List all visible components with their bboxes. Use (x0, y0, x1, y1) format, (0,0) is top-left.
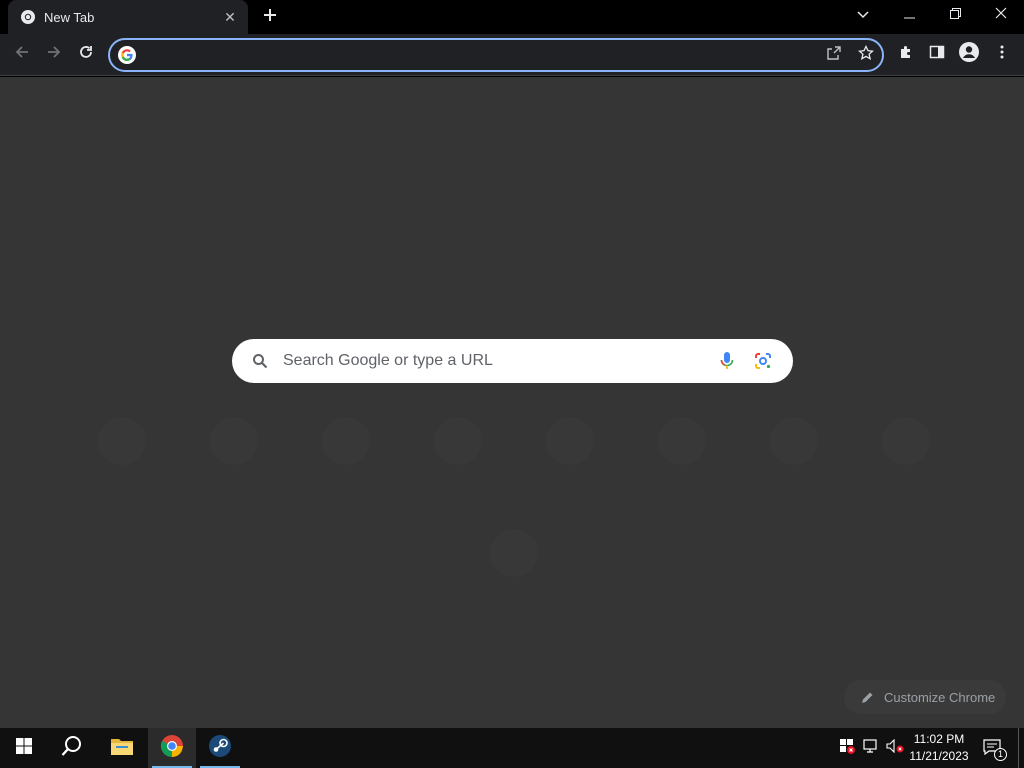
share-icon (826, 45, 842, 66)
share-button[interactable] (822, 44, 846, 66)
windows-start-icon (16, 737, 32, 759)
chrome-icon (160, 734, 184, 763)
bookmark-star-icon (857, 44, 875, 66)
address-input[interactable] (136, 47, 882, 63)
notification-icon: 1 (983, 739, 1007, 761)
file-explorer-icon (110, 736, 134, 761)
minimize-icon (903, 6, 915, 24)
chrome-menu-button[interactable] (988, 40, 1016, 68)
profile-icon (959, 41, 979, 67)
ntp-search-input[interactable] (270, 352, 715, 370)
tab-search-button[interactable] (840, 0, 886, 30)
clock-date: 11/21/2023 (909, 749, 969, 763)
shortcut-tile-placeholder (546, 417, 594, 465)
plus-icon (263, 8, 277, 27)
restore-button[interactable] (932, 0, 978, 30)
taskbar-steam[interactable] (196, 728, 244, 768)
volume-muted-icon (886, 738, 904, 758)
forward-arrow-icon (46, 44, 62, 65)
google-g-icon (118, 46, 136, 64)
steam-icon (208, 734, 232, 763)
tray-security[interactable] (838, 728, 856, 768)
tray-volume[interactable] (885, 728, 905, 768)
tray-network[interactable] (862, 728, 880, 768)
address-bar[interactable] (108, 38, 884, 72)
close-window-button[interactable] (978, 0, 1024, 30)
action-center-button[interactable]: 1 (980, 728, 1007, 768)
shortcut-tile-placeholder (658, 417, 706, 465)
chrome-icon (20, 9, 36, 25)
show-desktop-button[interactable] (1018, 728, 1024, 768)
new-tab-button[interactable] (258, 6, 282, 28)
puzzle-icon (898, 44, 914, 65)
customize-chrome-label: Customize Chrome (884, 689, 996, 705)
search-icon (250, 351, 270, 371)
title-bar: New Tab ✕ (0, 0, 1024, 34)
taskbar-clock[interactable]: 11:02 PM 11/21/2023 (906, 731, 972, 765)
tab-new-tab[interactable]: New Tab ✕ (8, 0, 248, 34)
taskbar-search-button[interactable] (48, 728, 96, 768)
start-button[interactable] (0, 728, 48, 768)
shortcut-tile-placeholder (490, 529, 538, 577)
tab-close-icon[interactable]: ✕ (222, 9, 238, 25)
shortcut-tile-placeholder (434, 417, 482, 465)
clock-time: 11:02 PM (913, 732, 965, 746)
new-tab-page: Customize Chrome (0, 77, 1024, 760)
back-arrow-icon (14, 44, 30, 65)
shortcut-tile-placeholder (322, 417, 370, 465)
shortcut-tile-placeholder (882, 417, 930, 465)
voice-search-icon[interactable] (715, 349, 739, 373)
reload-button[interactable] (72, 40, 100, 68)
back-button[interactable] (8, 40, 36, 68)
forward-button[interactable] (40, 40, 68, 68)
shortcut-tile-placeholder (770, 417, 818, 465)
shortcut-tile-placeholder (98, 417, 146, 465)
security-alert-icon (839, 738, 855, 759)
customize-chrome-button[interactable]: Customize Chrome (844, 680, 1006, 714)
bookmark-button[interactable] (854, 44, 878, 66)
close-icon (995, 6, 1007, 24)
network-icon (863, 738, 879, 758)
pencil-icon (860, 690, 874, 704)
google-lens-icon[interactable] (751, 349, 775, 373)
shortcut-tile-placeholder (210, 417, 258, 465)
reload-icon (78, 44, 94, 65)
restore-icon (949, 6, 961, 24)
side-panel-button[interactable] (923, 40, 951, 68)
taskbar-chrome[interactable] (148, 728, 196, 768)
menu-kebab-icon (1000, 45, 1004, 64)
minimize-button[interactable] (886, 0, 932, 30)
tab-title: New Tab (44, 9, 95, 25)
browser-toolbar (0, 34, 1024, 76)
windows-taskbar: 11:02 PM 11/21/2023 1 (0, 728, 1024, 768)
taskbar-file-explorer[interactable] (98, 728, 146, 768)
side-panel-icon (929, 44, 945, 65)
search-icon (61, 735, 83, 762)
notification-count-badge: 1 (994, 748, 1007, 761)
extensions-button[interactable] (892, 40, 920, 68)
chevron-down-icon (857, 6, 869, 24)
ntp-search-box[interactable] (232, 339, 793, 383)
profile-button[interactable] (955, 40, 983, 68)
